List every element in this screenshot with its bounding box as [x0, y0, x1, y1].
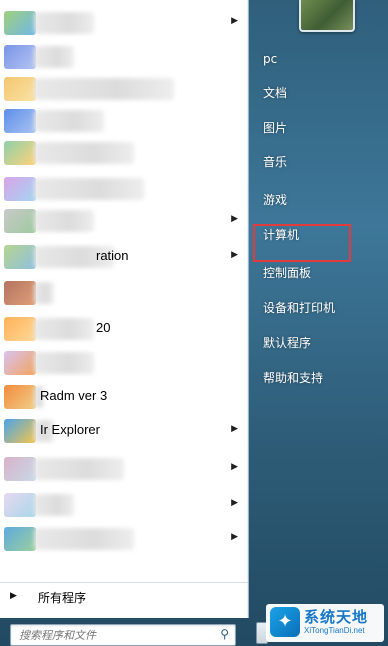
program-label: ration	[96, 248, 129, 263]
redacted-label-blur	[34, 12, 94, 34]
program-item[interactable]: ration ▶	[0, 240, 248, 273]
right-menu-item-control-panel[interactable]: 控制面板	[263, 260, 383, 286]
program-label: Radm ver 3	[40, 388, 108, 403]
redacted-label-blur	[34, 46, 74, 68]
all-programs-button[interactable]: ▶ 所有程序	[0, 582, 248, 611]
program-icon	[4, 45, 36, 69]
program-icon	[4, 141, 36, 165]
submenu-arrow-icon: ▶	[231, 462, 238, 472]
program-icon	[4, 11, 36, 35]
search-icon[interactable]: ⚲	[220, 627, 229, 641]
program-item[interactable]: Radm ver 3	[0, 380, 248, 413]
program-icon	[4, 209, 36, 233]
logo-icon: ✦	[270, 607, 300, 637]
right-menu-item-pictures[interactable]: 图片	[263, 115, 383, 141]
program-icon	[4, 527, 36, 551]
program-label: 20	[96, 320, 111, 335]
expand-arrow-icon: ▶	[10, 591, 17, 601]
program-item[interactable]: Ir Explorer ▶	[0, 414, 248, 447]
control-panel-highlight	[253, 224, 351, 262]
redacted-label-blur	[34, 142, 134, 164]
program-item[interactable]	[0, 276, 248, 309]
program-item[interactable]: 20	[0, 312, 248, 345]
right-pane: pc 文档 图片 音乐 游戏 计算机 控制面板 设备和打印机 默认程序 帮助和支…	[249, 0, 388, 646]
redacted-label-blur	[34, 494, 74, 516]
redacted-label-blur	[34, 528, 134, 550]
redacted-label-blur	[34, 78, 174, 100]
submenu-arrow-icon: ▶	[231, 532, 238, 542]
redacted-label-blur	[34, 210, 94, 232]
submenu-arrow-icon: ▶	[231, 214, 238, 224]
program-icon	[4, 419, 36, 443]
redacted-label-blur	[34, 318, 94, 340]
program-icon	[4, 281, 36, 305]
program-item[interactable]	[0, 346, 248, 379]
program-item[interactable]	[0, 136, 248, 169]
program-item[interactable]: ▶	[0, 6, 248, 39]
program-item[interactable]: ▶	[0, 488, 248, 521]
redacted-label-blur	[34, 352, 94, 374]
program-item[interactable]: ▶	[0, 452, 248, 485]
all-programs-label: 所有程序	[38, 591, 87, 605]
start-menu: ▶ ▶ ration ▶ 20 Radm ver 3 Ir Explorer ▶ ▶ ▶ ▶ ▶ 所…	[0, 0, 388, 646]
submenu-arrow-icon: ▶	[231, 250, 238, 260]
program-icon	[4, 109, 36, 133]
search-box[interactable]: ⚲	[10, 624, 236, 646]
right-menu-item-devices-printers[interactable]: 设备和打印机	[263, 295, 383, 321]
right-menu-item-default-programs[interactable]: 默认程序	[263, 330, 383, 356]
redacted-label-blur	[34, 458, 124, 480]
program-item[interactable]	[0, 72, 248, 105]
right-menu-item-music[interactable]: 音乐	[263, 149, 383, 175]
redacted-label-blur	[34, 110, 104, 132]
right-menu-item-games[interactable]: 游戏	[263, 187, 383, 213]
submenu-arrow-icon: ▶	[231, 498, 238, 508]
program-icon	[4, 177, 36, 201]
right-menu-item-pc[interactable]: pc	[263, 46, 383, 72]
submenu-arrow-icon: ▶	[231, 16, 238, 26]
logo-title: 系统天地	[304, 608, 369, 626]
program-icon	[4, 385, 36, 409]
logo-url: XiTongTianDi.net	[304, 626, 365, 635]
program-item[interactable]: ▶	[0, 522, 248, 555]
program-list-pane: ▶ ▶ ration ▶ 20 Radm ver 3 Ir Explorer ▶ ▶ ▶ ▶ ▶ 所…	[0, 0, 249, 618]
program-icon	[4, 457, 36, 481]
user-avatar[interactable]	[299, 0, 355, 32]
search-input[interactable]	[17, 627, 211, 643]
program-item[interactable]	[0, 40, 248, 73]
program-icon	[4, 77, 36, 101]
redacted-label-blur	[34, 282, 54, 304]
program-icon	[4, 493, 36, 517]
program-item[interactable]	[0, 172, 248, 205]
right-menu-item-help-support[interactable]: 帮助和支持	[263, 365, 383, 391]
redacted-label-blur	[34, 178, 144, 200]
program-label: Ir Explorer	[40, 422, 100, 437]
program-item[interactable]	[0, 104, 248, 137]
submenu-arrow-icon: ▶	[231, 424, 238, 434]
watermark-logo: ✦ 系统天地 XiTongTianDi.net	[266, 604, 384, 642]
right-menu-item-documents[interactable]: 文档	[263, 80, 383, 106]
program-item[interactable]: ▶	[0, 204, 248, 237]
program-icon	[4, 317, 36, 341]
program-icon	[4, 245, 36, 269]
program-icon	[4, 351, 36, 375]
